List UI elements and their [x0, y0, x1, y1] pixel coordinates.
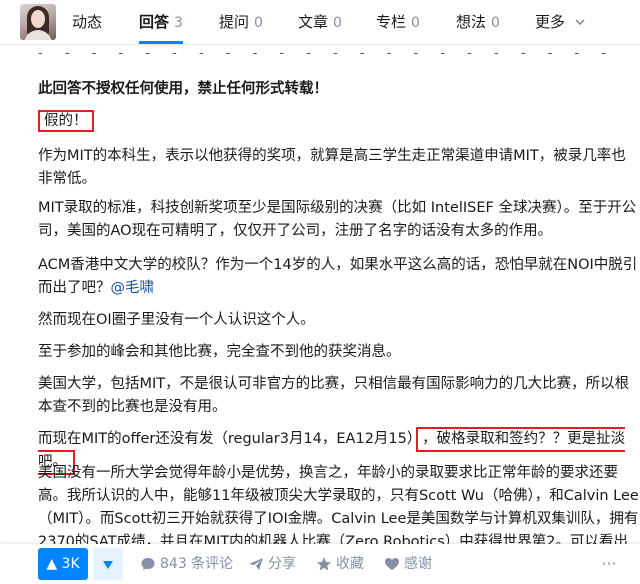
paragraph-2: MIT录取的标准，科技创新奖项至少是国际级别的决赛（比如 IntelISEF 全…: [38, 200, 637, 239]
tab-count: 3: [174, 15, 183, 31]
tab-questions[interactable]: 提问 0: [219, 0, 263, 44]
comments-button[interactable]: 843 条评论: [140, 544, 233, 584]
share-plane-icon: [249, 558, 263, 570]
tab-count: 0: [491, 15, 500, 31]
tab-count: 0: [411, 15, 420, 31]
favorite-button[interactable]: 收藏: [316, 544, 364, 584]
tab-label: 更多: [535, 13, 566, 31]
tab-label: 回答: [139, 13, 170, 31]
upvote-count: ▲ 3K: [46, 556, 80, 572]
paragraph-1: 作为MIT的本科生，表示以他获得的奖项，就算是高三学生走正常渠道申请MIT，被录…: [38, 148, 626, 187]
tab-label: 文章: [298, 13, 329, 31]
verdict-paragraph: 假的！: [38, 110, 640, 133]
more-options-button[interactable]: ···: [598, 556, 620, 572]
thanks-label: 感谢: [404, 556, 432, 572]
tab-label: 想法: [456, 13, 487, 31]
comments-label: 843 条评论: [160, 556, 234, 572]
tab-activity[interactable]: 动态: [72, 0, 102, 44]
tab-label: 提问: [219, 13, 250, 31]
comment-bubble-icon: [141, 558, 155, 570]
tab-count: 0: [333, 15, 342, 31]
separator-line: - - - - - - - - - - - - - - - - - - - - …: [38, 46, 618, 61]
profile-tab-bar: 动态 回答 3 提问 0 文章 0 专栏 0 想法 0 更多: [0, 0, 640, 45]
paragraph-7-text: 而现在MIT的offer还没有发（regular3月14，EA12月15）: [38, 431, 415, 447]
user-mention-link[interactable]: @毛啸: [111, 280, 155, 296]
paragraph-6: 美国大学，包括MIT，不是很认可非官方的比赛，只相信最有国际影响力的几大比赛，所…: [38, 376, 630, 415]
tab-columns[interactable]: 专栏 0: [376, 0, 420, 44]
thanks-button[interactable]: 感谢: [384, 544, 432, 584]
downvote-button[interactable]: [93, 548, 123, 580]
tab-more[interactable]: 更多: [535, 0, 586, 44]
favorite-label: 收藏: [336, 556, 364, 572]
tab-count: 0: [254, 15, 263, 31]
heart-icon: [385, 558, 399, 570]
tab-label: 动态: [72, 13, 103, 31]
share-button[interactable]: 分享: [248, 544, 296, 584]
tab-articles[interactable]: 文章 0: [298, 0, 342, 44]
paragraph-5: 至于参加的峰会和其他比赛，完全查不到他的获奖消息。: [38, 344, 401, 360]
paragraph-3: ACM香港中文大学的校队？作为一个14岁的人，如果水平这么高的话，恐怕早就在NO…: [38, 254, 640, 300]
answer-action-bar: ▲ 3K 843 条评论 分享 收藏 感谢 ···: [0, 544, 640, 584]
upvote-button[interactable]: ▲ 3K: [38, 548, 88, 580]
copyright-notice: 此回答不授权任何使用，禁止任何形式转载！: [38, 81, 328, 97]
ellipsis-icon: ···: [601, 554, 617, 573]
chevron-down-icon: [574, 1, 586, 45]
star-icon: [317, 557, 331, 571]
highlighted-verdict: 假的！: [38, 110, 94, 132]
tab-answers[interactable]: 回答 3: [139, 0, 183, 44]
paragraph-8: 美国没有一所大学会觉得年龄小是优势，换言之，年龄小的录取要求比正常年龄的要求还要…: [38, 465, 639, 550]
avatar[interactable]: [20, 4, 56, 40]
tab-label: 专栏: [376, 13, 407, 31]
share-label: 分享: [268, 556, 296, 572]
tab-thoughts[interactable]: 想法 0: [456, 0, 500, 44]
paragraph-4: 然而现在OI圈子里没有一个人认识这个人。: [38, 312, 315, 328]
triangle-down-icon: [103, 560, 113, 569]
